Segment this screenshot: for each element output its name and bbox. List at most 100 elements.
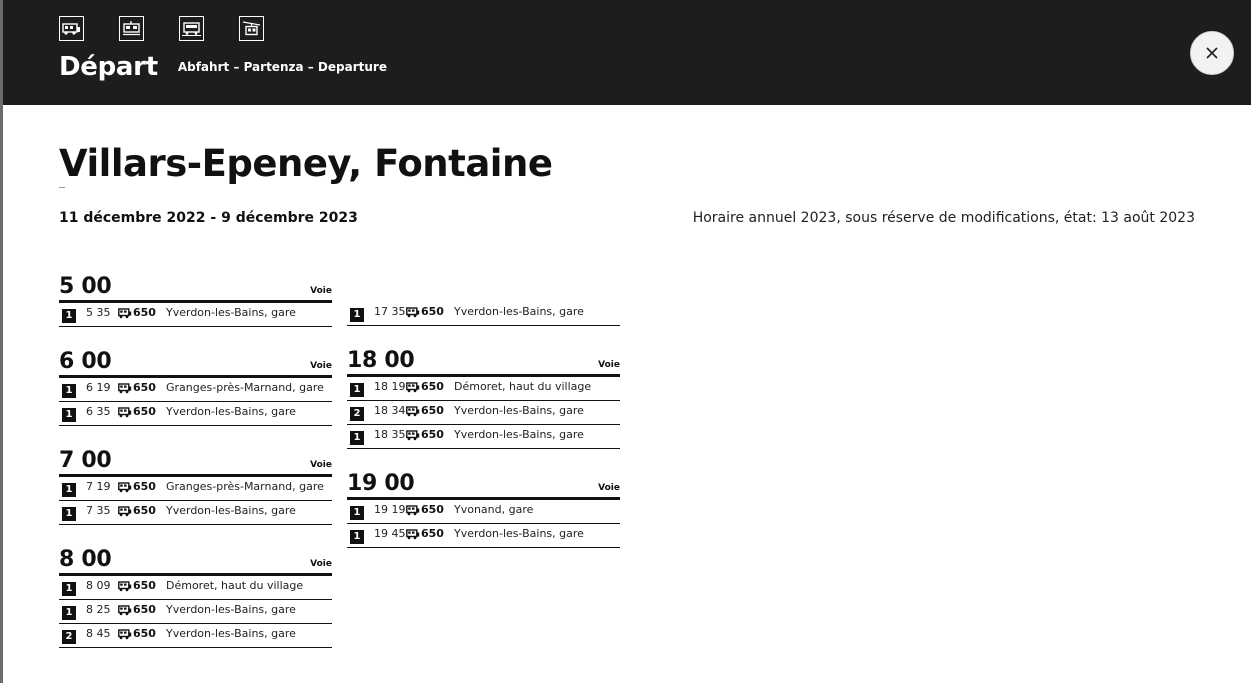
bus-icon: [406, 306, 420, 318]
departure-row[interactable]: 1 6 35 650 Yverdon-les-Bains, gare: [59, 402, 332, 426]
departure-time: 6 35: [86, 405, 111, 418]
bus-icon: [59, 16, 84, 41]
hour-header: 7 00 Voie: [59, 446, 332, 477]
line-number: 650: [421, 404, 444, 417]
hour-block: 8 00 Voie 1 8 09 650 Démoret, haut du village…: [59, 545, 332, 648]
departure-row[interactable]: 1 5 35 650 Yverdon-les-Bains, gare: [59, 303, 332, 327]
line-number: 650: [133, 627, 156, 640]
hour-block: 6 00 Voie 1 6 19 650 Granges-près-Marnand, ga…: [59, 347, 332, 426]
destination: Yverdon-les-Bains, gare: [166, 603, 296, 616]
platform-badge: 1: [62, 408, 76, 422]
destination: Yverdon-les-Bains, gare: [454, 305, 584, 318]
departure-row[interactable]: 1 7 35 650 Yverdon-les-Bains, gare: [59, 501, 332, 525]
hour-block: 1 17 35 650 Yverdon-les-Bains, gare: [347, 302, 620, 326]
departure-time: 5 35: [86, 306, 111, 319]
platform-badge: 1: [350, 308, 364, 322]
close-icon: [1206, 47, 1218, 59]
line-number: 650: [133, 504, 156, 517]
platform-badge: 1: [350, 530, 364, 544]
departure-row[interactable]: 1 18 35 650 Yverdon-les-Bains, gare: [347, 425, 620, 449]
timetable-column-2: 1 17 35 650 Yverdon-les-Bains, gare 18 00 Voi…: [347, 302, 620, 568]
hour-header: 8 00 Voie: [59, 545, 332, 576]
bus-icon: [406, 504, 420, 516]
departure-row[interactable]: 2 18 34 650 Yverdon-les-Bains, gare: [347, 401, 620, 425]
departure-row[interactable]: 1 8 25 650 Yverdon-les-Bains, gare: [59, 600, 332, 624]
bus-icon: [118, 580, 132, 592]
departure-time: 6 19: [86, 381, 111, 394]
departure-row[interactable]: 1 19 19 650 Yvonand, gare: [347, 500, 620, 524]
hour-label: 5 00: [59, 274, 112, 299]
destination: Yverdon-les-Bains, gare: [454, 527, 584, 540]
hour-header: 18 00 Voie: [347, 346, 620, 377]
platform-badge: 1: [62, 582, 76, 596]
departure-time: 7 19: [86, 480, 111, 493]
transport-mode-icons: [59, 16, 264, 41]
hour-label: 18 00: [347, 348, 415, 373]
departure-row[interactable]: 1 6 19 650 Granges-près-Marnand, gare: [59, 378, 332, 402]
departure-row[interactable]: 1 19 45 650 Yverdon-les-Bains, gare: [347, 524, 620, 548]
line-indicator: 650: [118, 628, 166, 640]
destination: Yverdon-les-Bains, gare: [166, 306, 296, 319]
tram-icon: [119, 16, 144, 41]
bus-icon: [118, 628, 132, 640]
line-number: 650: [133, 405, 156, 418]
departure-time: 18 19: [374, 380, 406, 393]
close-button[interactable]: [1190, 31, 1234, 75]
departure-row[interactable]: 1 18 19 650 Démoret, haut du village: [347, 377, 620, 401]
platform-badge: 1: [62, 483, 76, 497]
departure-time: 8 45: [86, 627, 111, 640]
platform-column-label: Voie: [310, 361, 332, 371]
bus-icon: [406, 381, 420, 393]
departure-time: 8 09: [86, 579, 111, 592]
platform-column-label: Voie: [598, 360, 620, 370]
departure-row[interactable]: 1 17 35 650 Yverdon-les-Bains, gare: [347, 302, 620, 326]
line-number: 650: [133, 306, 156, 319]
departure-row[interactable]: 1 8 09 650 Démoret, haut du village: [59, 576, 332, 600]
destination: Yverdon-les-Bains, gare: [166, 627, 296, 640]
departure-time: 7 35: [86, 504, 111, 517]
title-divider: [59, 187, 65, 188]
validity-period: 11 décembre 2022 - 9 décembre 2023: [59, 210, 358, 226]
destination: Yvonand, gare: [454, 503, 534, 516]
platform-badge: 1: [62, 309, 76, 323]
hour-block: 5 00 Voie 1 5 35 650 Yverdon-les-Bains, gare: [59, 272, 332, 327]
platform-badge: 1: [350, 383, 364, 397]
line-indicator: 650: [406, 429, 454, 441]
destination: Yverdon-les-Bains, gare: [166, 405, 296, 418]
timetable-column-1: 5 00 Voie 1 5 35 650 Yverdon-les-Bains, gare 6…: [59, 272, 332, 668]
bus-icon: [118, 307, 132, 319]
departure-row[interactable]: 1 7 19 650 Granges-près-Marnand, gare: [59, 477, 332, 501]
bus-icon: [118, 505, 132, 517]
platform-column-label: Voie: [598, 483, 620, 493]
departure-time: 18 34: [374, 404, 406, 417]
platform-column-label: Voie: [310, 559, 332, 569]
bus-icon: [118, 604, 132, 616]
cable-car-icon: [239, 16, 264, 41]
destination: Yverdon-les-Bains, gare: [166, 504, 296, 517]
bus-icon: [406, 405, 420, 417]
bus-icon: [118, 481, 132, 493]
train-icon: [179, 16, 204, 41]
line-indicator: 650: [406, 381, 454, 393]
line-number: 650: [421, 305, 444, 318]
line-number: 650: [133, 480, 156, 493]
destination: Yverdon-les-Bains, gare: [454, 428, 584, 441]
bus-icon: [118, 406, 132, 418]
line-indicator: 650: [118, 382, 166, 394]
line-indicator: 650: [406, 405, 454, 417]
bus-icon: [406, 429, 420, 441]
bus-icon: [118, 382, 132, 394]
hour-block: 7 00 Voie 1 7 19 650 Granges-près-Marnand, ga…: [59, 446, 332, 525]
line-number: 650: [133, 603, 156, 616]
departure-time: 18 35: [374, 428, 406, 441]
departure-row[interactable]: 2 8 45 650 Yverdon-les-Bains, gare: [59, 624, 332, 648]
departure-time: 19 45: [374, 527, 406, 540]
platform-badge: 1: [350, 431, 364, 445]
line-number: 650: [421, 503, 444, 516]
line-number: 650: [133, 381, 156, 394]
hour-header: 6 00 Voie: [59, 347, 332, 378]
hour-label: 6 00: [59, 349, 112, 374]
platform-badge: 1: [62, 606, 76, 620]
line-indicator: 650: [406, 504, 454, 516]
line-indicator: 650: [118, 481, 166, 493]
